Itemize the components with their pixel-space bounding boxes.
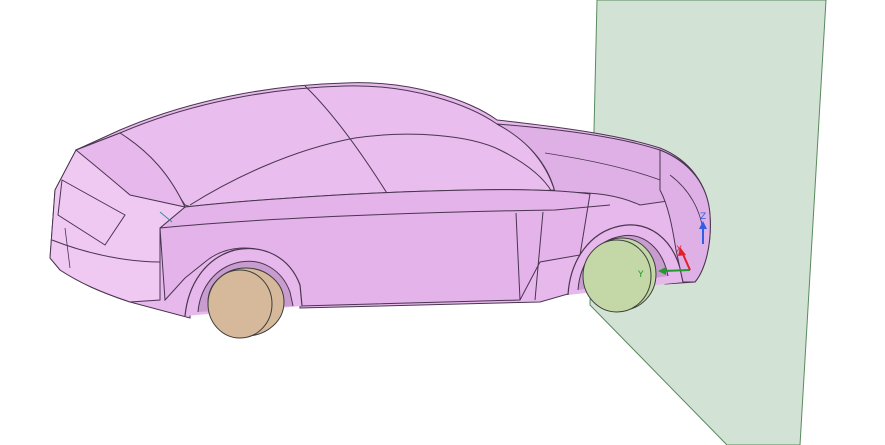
- cad-3d-viewport[interactable]: Y X Z: [0, 0, 885, 445]
- x-axis-label: X: [676, 245, 682, 255]
- z-axis-label: Z: [700, 212, 706, 222]
- y-axis-label: Y: [637, 270, 644, 280]
- y-axis-line: [662, 269, 691, 272]
- front-wheel[interactable]: [582, 237, 657, 313]
